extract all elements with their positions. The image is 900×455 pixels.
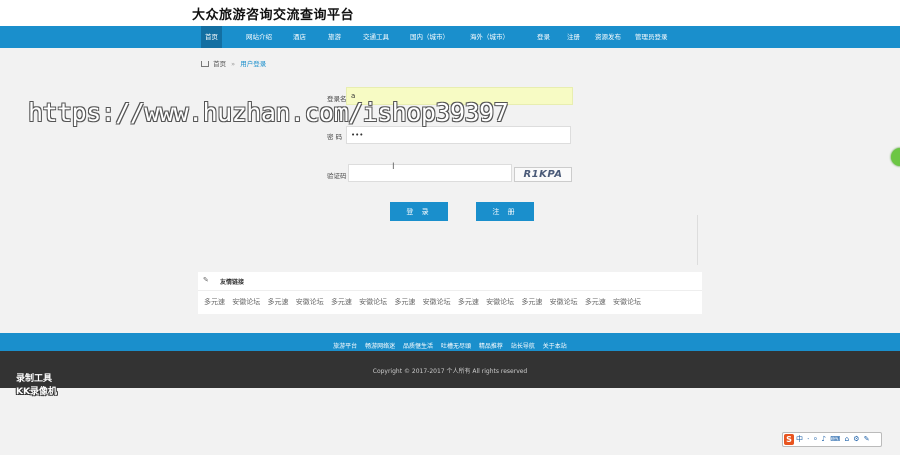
footer-link[interactable]: 品质惬生活 (403, 343, 433, 350)
friend-link[interactable]: 安徽论坛 (486, 298, 514, 306)
username-label: 登录名 (327, 95, 347, 103)
nav-item-hotel[interactable]: 酒店 (293, 26, 306, 48)
ime-toolbar-text: 中 ⸱ ⸰ ♪ ⌨ ⌂ ⚙ ✎ (796, 435, 871, 443)
breadcrumb-current: 用户登录 (240, 60, 267, 68)
nav-item-tour[interactable]: 旅游 (328, 26, 341, 48)
footer-link[interactable]: 站长导航 (511, 343, 535, 350)
friend-link[interactable]: 多元速 (394, 298, 415, 306)
friend-link[interactable]: 多元速 (267, 298, 288, 306)
friend-link[interactable]: 安徽论坛 (613, 298, 641, 306)
copyright-text: Copyright © 2017-2017 个人所有 All rights re… (372, 368, 528, 375)
nav-item-domestic[interactable]: 国内（城市） (410, 26, 449, 48)
captcha-label: 验证码 (327, 172, 347, 180)
site-title: 大众旅游咨询交流查询平台 (192, 8, 355, 23)
friend-links-list: 多元速 安徽论坛 多元速 安徽论坛 多元速 安徽论坛 多元速 安徽论坛 多元速 … (204, 297, 646, 307)
link-icon: ✎ (203, 276, 209, 284)
floating-widget-icon[interactable] (891, 148, 900, 166)
footer-link[interactable]: 精品推荐 (479, 343, 503, 350)
footer-links-bar: 旅游平台 畅游网络迷 品质惬生活 吐槽无尽頭 精品推荐 站长导航 关于本站 (0, 333, 900, 351)
footer-link[interactable]: 吐槽无尽頭 (441, 343, 471, 350)
username-input[interactable] (346, 87, 573, 105)
site-header: 大众旅游咨询交流查询平台 (0, 0, 900, 26)
friend-links-title: 友情链接 (220, 279, 245, 286)
nav-item-login[interactable]: 登录 (537, 26, 550, 48)
footer-link[interactable]: 旅游平台 (333, 343, 357, 350)
captcha-image[interactable]: R1KPA (514, 167, 572, 182)
friend-link[interactable]: 安徽论坛 (359, 298, 387, 306)
home-icon (201, 61, 209, 67)
nav-item-admin-login[interactable]: 管理员登录 (635, 26, 668, 48)
friend-link[interactable]: 安徽论坛 (550, 298, 578, 306)
copyright-bar: Copyright © 2017-2017 个人所有 All rights re… (0, 351, 900, 388)
ime-logo-icon: S (784, 434, 794, 445)
friend-link[interactable]: 多元速 (331, 298, 352, 306)
ime-toolbar[interactable]: S中 ⸱ ⸰ ♪ ⌨ ⌂ ⚙ ✎ (782, 432, 882, 447)
friend-links-panel: ✎ 友情链接 多元速 安徽论坛 多元速 安徽论坛 多元速 安徽论坛 多元速 安徽… (198, 272, 702, 314)
friend-link[interactable]: 多元速 (585, 298, 606, 306)
captcha-input[interactable] (348, 164, 512, 182)
nav-item-publish[interactable]: 资源发布 (595, 26, 621, 48)
main-navbar: 首页 网站介绍 酒店 旅游 交通工具 国内（城市） 海外（城市） 登录 注册 资… (0, 26, 900, 48)
footer-link[interactable]: 关于本站 (543, 343, 567, 350)
breadcrumb-home[interactable]: 首页 (213, 60, 226, 68)
friend-link[interactable]: 多元速 (458, 298, 479, 306)
recorder-line1: 录制工具 (16, 374, 53, 384)
divider (697, 215, 698, 265)
password-input[interactable] (346, 126, 571, 144)
footer-link[interactable]: 畅游网络迷 (365, 343, 395, 350)
friend-link[interactable]: 多元速 (521, 298, 542, 306)
friend-link[interactable]: 安徽论坛 (296, 298, 324, 306)
register-button[interactable]: 注 册 (476, 202, 534, 221)
friend-link[interactable]: 多元速 (204, 298, 225, 306)
password-label: 密 码 (327, 133, 343, 141)
nav-item-home[interactable]: 首页 (201, 26, 222, 48)
friend-link[interactable]: 安徽论坛 (232, 298, 260, 306)
friend-link[interactable]: 安徽论坛 (423, 298, 451, 306)
text-cursor-icon: I (392, 162, 395, 172)
nav-item-register[interactable]: 注册 (567, 26, 580, 48)
nav-item-about[interactable]: 网站介绍 (246, 26, 272, 48)
recorder-line2: KK录像机 (16, 387, 57, 397)
breadcrumb-separator: » (231, 60, 236, 68)
recorder-watermark: 录制工具 KK录像机 (16, 373, 57, 399)
nav-item-transport[interactable]: 交通工具 (363, 26, 389, 48)
login-button[interactable]: 登 录 (390, 202, 448, 221)
friend-links-header: ✎ 友情链接 (198, 272, 702, 291)
breadcrumb: 首页 » 用户登录 (201, 58, 266, 68)
nav-item-overseas[interactable]: 海外（城市） (470, 26, 509, 48)
